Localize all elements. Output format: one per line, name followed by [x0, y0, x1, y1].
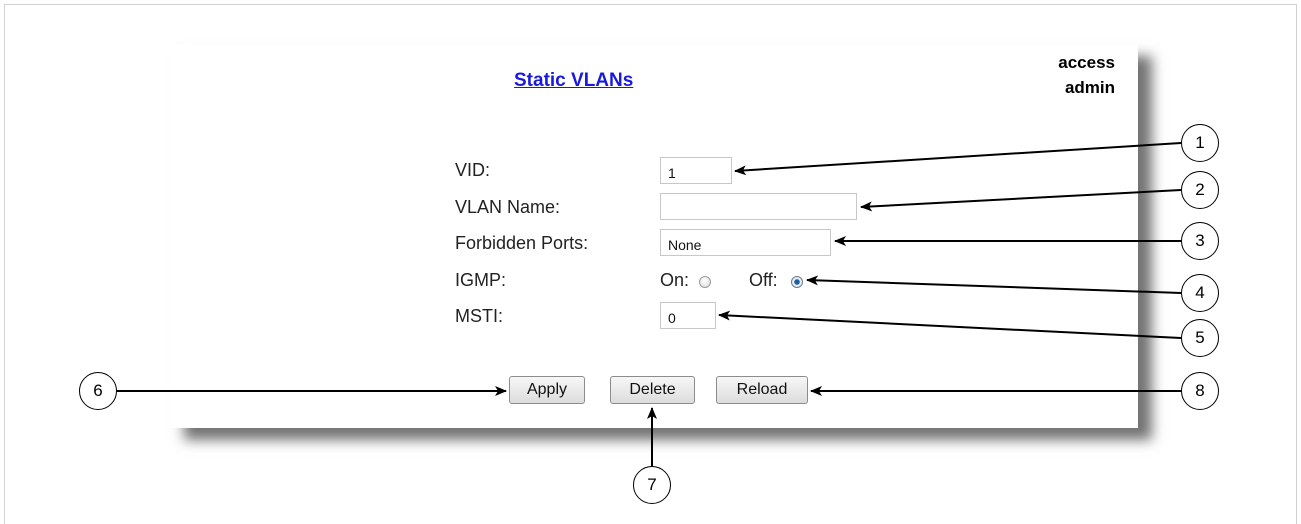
callout-7: 7 [633, 466, 671, 504]
callout-arrows [117, 142, 1182, 466]
callout-5: 5 [1181, 319, 1219, 357]
callout-3: 3 [1181, 222, 1219, 260]
callout-8: 8 [1181, 372, 1219, 410]
callout-6: 6 [79, 372, 117, 410]
callout-2: 2 [1181, 171, 1219, 209]
callout-4: 4 [1181, 274, 1219, 312]
callout-1: 1 [1181, 124, 1219, 162]
